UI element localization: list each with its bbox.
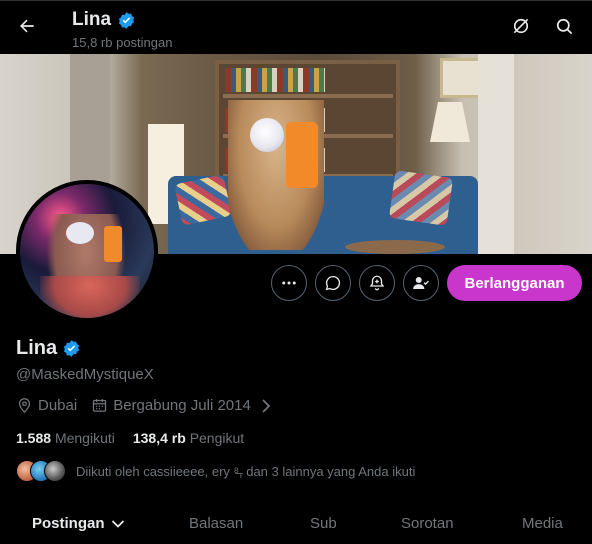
message-button[interactable]: [315, 265, 351, 301]
banner-person: [222, 100, 332, 254]
verified-badge-icon[interactable]: [62, 339, 81, 358]
tab-replies[interactable]: Balasan: [189, 515, 243, 532]
followers-link[interactable]: 138,4 rb Pengikut: [133, 430, 244, 446]
follower-avatars: [16, 460, 66, 482]
following-count: 1.588: [16, 430, 52, 446]
chevron-down-icon: [111, 519, 124, 528]
following-label: Mengikuti: [54, 430, 115, 446]
header-title: Lina: [72, 9, 136, 31]
search-icon: [556, 18, 572, 34]
tab-label: Media: [522, 515, 563, 532]
mask-icon: [250, 118, 284, 152]
notifications-button[interactable]: [359, 265, 395, 301]
follower-avatar: [44, 460, 66, 482]
search-button[interactable]: [551, 13, 577, 39]
profile-header: Lina 15,8 rb postingan: [0, 1, 592, 54]
avatar[interactable]: [16, 180, 158, 322]
followed-by-text: Diikuti oleh cassiieeee, ery ⁸̶, dan 3 l…: [76, 463, 416, 479]
phone-icon: [104, 226, 122, 262]
following-button[interactable]: [403, 265, 439, 301]
banner-pillar-right: [478, 54, 514, 254]
followers-count: 138,4 rb: [132, 430, 186, 446]
message-icon: [325, 275, 341, 291]
profile-tabs: Postingan Balasan Sub Sorotan Media: [0, 505, 592, 544]
banner-floor-lamp: [430, 102, 470, 142]
profile-handle: @MaskedMystiqueX: [16, 366, 154, 383]
profile-name: Lina: [16, 337, 81, 360]
tab-label: Balasan: [189, 515, 244, 532]
post-count: 15,8 rb postingan: [72, 35, 173, 50]
arrow-left-icon: [20, 19, 34, 33]
tab-label: Sorotan: [401, 515, 454, 532]
banner-table: [345, 240, 445, 254]
tab-media[interactable]: Media: [522, 515, 563, 532]
follow-stats: 1.588 Mengikuti 138,4 rb Pengikut: [16, 430, 244, 446]
premium-button[interactable]: [508, 13, 534, 39]
tab-label: Sub: [310, 515, 337, 532]
join-date[interactable]: Bergabung Juli 2014: [91, 397, 272, 414]
banner-pillow: [388, 170, 454, 226]
tab-subs[interactable]: Sub: [310, 515, 337, 532]
more-button[interactable]: [271, 265, 307, 301]
more-icon: [282, 281, 296, 285]
back-button[interactable]: [12, 11, 42, 41]
followed-by[interactable]: Diikuti oleh cassiieeee, ery ⁸̶, dan 3 l…: [16, 460, 415, 482]
verified-badge-icon: [119, 11, 135, 29]
chevron-right-icon: [262, 398, 271, 413]
calendar-icon: [93, 399, 107, 412]
no-sign-icon: [513, 18, 529, 34]
tab-highlights[interactable]: Sorotan: [401, 515, 454, 532]
person-check-icon: [413, 277, 429, 289]
header-name: Lina: [72, 9, 112, 30]
location: Dubai: [16, 397, 77, 414]
location-text: Dubai: [38, 397, 78, 414]
join-date-text: Bergabung Juli 2014: [113, 397, 251, 414]
profile-name-text: Lina: [16, 337, 58, 359]
subscribe-button[interactable]: Berlangganan: [447, 265, 582, 301]
profile-meta: Dubai Bergabung Juli 2014: [16, 397, 286, 414]
mask-icon: [66, 222, 94, 244]
phone-icon: [286, 122, 318, 188]
location-pin-icon: [18, 398, 31, 414]
following-link[interactable]: 1.588 Mengikuti: [16, 430, 115, 446]
bell-plus-icon: [369, 275, 385, 291]
tab-label: Postingan: [32, 515, 105, 532]
tab-posts[interactable]: Postingan: [32, 515, 125, 532]
followers-label: Pengikut: [189, 430, 245, 446]
